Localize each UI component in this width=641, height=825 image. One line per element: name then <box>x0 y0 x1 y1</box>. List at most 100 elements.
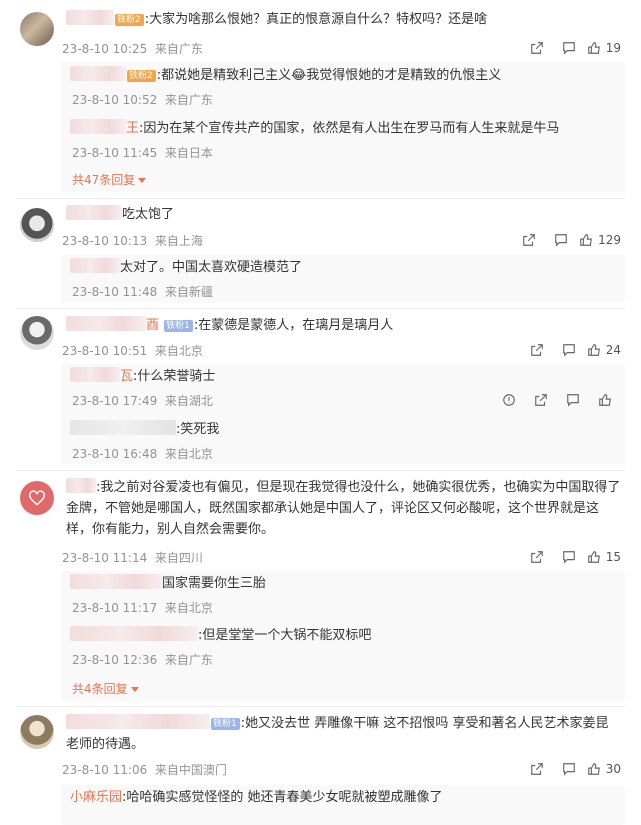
reply-meta: 23-8-10 11:17 来自北京 <box>72 599 213 616</box>
comment-icon[interactable] <box>553 39 585 57</box>
thumbs-up-icon <box>580 234 592 246</box>
location: 来自广东 <box>164 93 213 107</box>
reply-text: 太对了。中国太喜欢硬造模范了 <box>120 260 303 275</box>
comment-body: :我之前对谷爱凌也有偏见，但是现在我觉得也没什么，她确实很优秀，也确实为中国取得… <box>66 477 621 540</box>
avatar[interactable] <box>20 481 54 515</box>
reply-meta: 23-8-10 11:45 来自日本 <box>72 144 213 161</box>
username[interactable] <box>70 258 120 273</box>
username[interactable] <box>70 367 120 382</box>
comment-actions: 24 <box>521 341 621 359</box>
comment-icon[interactable] <box>545 231 577 249</box>
divider <box>16 706 625 707</box>
like-count: 15 <box>605 550 621 564</box>
reply-body: 国家需要你生三胎 <box>70 573 620 594</box>
fan-badge: 铁粉1 <box>211 718 240 730</box>
comment-body: 酉 铁粉1:在蒙德是蒙德人，在璃月是璃月人 <box>66 315 626 336</box>
location: 来自新疆 <box>164 285 213 299</box>
fan-badge: 铁粉1 <box>164 320 193 332</box>
reply-body: 铁粉2:都说她是精致利己主义😂我觉得恨她的才是精致的仇恨主义 <box>70 65 620 86</box>
divider <box>16 308 625 309</box>
share-icon[interactable] <box>525 391 557 409</box>
username[interactable]: 小麻乐园 <box>70 790 122 805</box>
comment-icon[interactable] <box>553 760 585 778</box>
weibo-comment-list: 铁粉2 :大家为啥那么恨她？真正的恨意源自什么？特权吗？还是啥 23-8-10 1… <box>0 0 641 825</box>
username-tail[interactable]: 瓦 <box>120 369 133 384</box>
fan-badge: 铁粉2 <box>127 70 156 82</box>
avatar[interactable] <box>20 12 54 46</box>
comment-actions: 129 <box>513 231 621 249</box>
comment-meta: 23-8-10 11:14 来自四川 <box>62 549 203 566</box>
avatar[interactable] <box>20 208 54 242</box>
share-icon[interactable] <box>513 231 545 249</box>
location: 来自日本 <box>164 146 213 160</box>
like-button[interactable]: 30 <box>587 762 621 776</box>
avatar[interactable] <box>20 316 54 350</box>
comment-icon[interactable] <box>553 341 585 359</box>
comment-text: :我之前对谷爱凌也有偏见，但是现在我觉得也没什么，她确实很优秀，也确实为中国取得… <box>66 480 621 537</box>
username[interactable] <box>66 478 96 493</box>
timestamp: 23-8-10 17:49 <box>72 394 158 408</box>
username[interactable] <box>66 714 210 729</box>
location: 来自四川 <box>154 551 203 565</box>
thumbs-up-icon <box>587 551 600 563</box>
report-icon[interactable] <box>493 391 525 409</box>
share-icon[interactable] <box>521 341 553 359</box>
username[interactable] <box>66 205 122 220</box>
location: 来自广东 <box>164 653 213 667</box>
reply-text: :哈哈确实感觉怪怪的 她还青春美少女呢就被塑成雕像了 <box>122 790 443 805</box>
reply-meta: 23-8-10 16:48 来自北京 <box>72 445 213 462</box>
share-icon[interactable] <box>521 760 553 778</box>
thumbs-up-icon <box>587 344 600 356</box>
reply-text: :因为在某个宣传共产的国家，依然是有人出生在罗马而有人生来就是牛马 <box>139 121 560 136</box>
comment-icon[interactable] <box>557 391 589 409</box>
share-icon[interactable] <box>521 39 553 57</box>
username[interactable] <box>66 316 146 331</box>
reply-body: 瓦:什么荣誉骑士 <box>70 366 620 387</box>
comment-text: 吃太饱了 <box>122 207 175 222</box>
timestamp: 23-8-10 11:17 <box>72 601 158 615</box>
location: 来自北京 <box>164 447 213 461</box>
like-button[interactable]: 24 <box>587 343 621 357</box>
comment-meta: 23-8-10 10:13 来自上海 <box>62 232 203 249</box>
username[interactable] <box>70 119 126 134</box>
timestamp: 23-8-10 11:06 <box>62 763 148 777</box>
like-count: 24 <box>605 343 621 357</box>
like-button[interactable]: 15 <box>587 550 621 564</box>
like-button[interactable]: 19 <box>587 41 621 55</box>
location: 来自湖北 <box>164 394 213 408</box>
reply-body: :笑死我 <box>70 419 620 440</box>
username[interactable] <box>70 626 198 641</box>
reply-text: :都说她是精致利己主义😂我觉得恨她的才是精致的仇恨主义 <box>156 68 502 83</box>
comment-actions: 19 <box>521 39 621 57</box>
thumbs-up-icon[interactable] <box>589 391 621 409</box>
username[interactable] <box>66 10 114 25</box>
comment-body: 吃太饱了 <box>66 204 626 225</box>
like-button[interactable]: 129 <box>579 233 621 247</box>
timestamp: 23-8-10 16:48 <box>72 447 158 461</box>
timestamp: 23-8-10 11:45 <box>72 146 158 160</box>
reply-meta: 23-8-10 10:52 来自广东 <box>72 91 213 108</box>
thumbs-up-icon <box>587 42 600 54</box>
like-count: 30 <box>605 762 621 776</box>
reply-text: :但是堂堂一个大锅不能双标吧 <box>198 628 372 643</box>
share-icon[interactable] <box>521 548 553 566</box>
username-tail[interactable]: 酉 <box>146 318 159 333</box>
comment-text: :大家为啥那么恨她？真正的恨意源自什么？特权吗？还是啥 <box>144 12 488 27</box>
location: 来自上海 <box>154 234 203 248</box>
username[interactable] <box>70 574 162 589</box>
username[interactable] <box>70 66 126 81</box>
more-replies-link[interactable]: 共4条回复 <box>72 680 139 697</box>
comment-icon[interactable] <box>553 548 585 566</box>
more-replies-link[interactable]: 共47条回复 <box>72 171 146 188</box>
comment-meta: 23-8-10 10:51 来自北京 <box>62 342 203 359</box>
location: 来自北京 <box>154 344 203 358</box>
divider <box>16 470 625 471</box>
reply-meta: 23-8-10 11:48 来自新疆 <box>72 283 213 300</box>
heart-icon <box>29 490 45 506</box>
username-tail[interactable]: 王 <box>126 121 139 136</box>
avatar[interactable] <box>20 715 54 749</box>
username[interactable] <box>70 420 176 435</box>
divider <box>16 198 625 199</box>
timestamp: 23-8-10 11:14 <box>62 551 148 565</box>
location: 来自中国澳门 <box>154 763 227 777</box>
